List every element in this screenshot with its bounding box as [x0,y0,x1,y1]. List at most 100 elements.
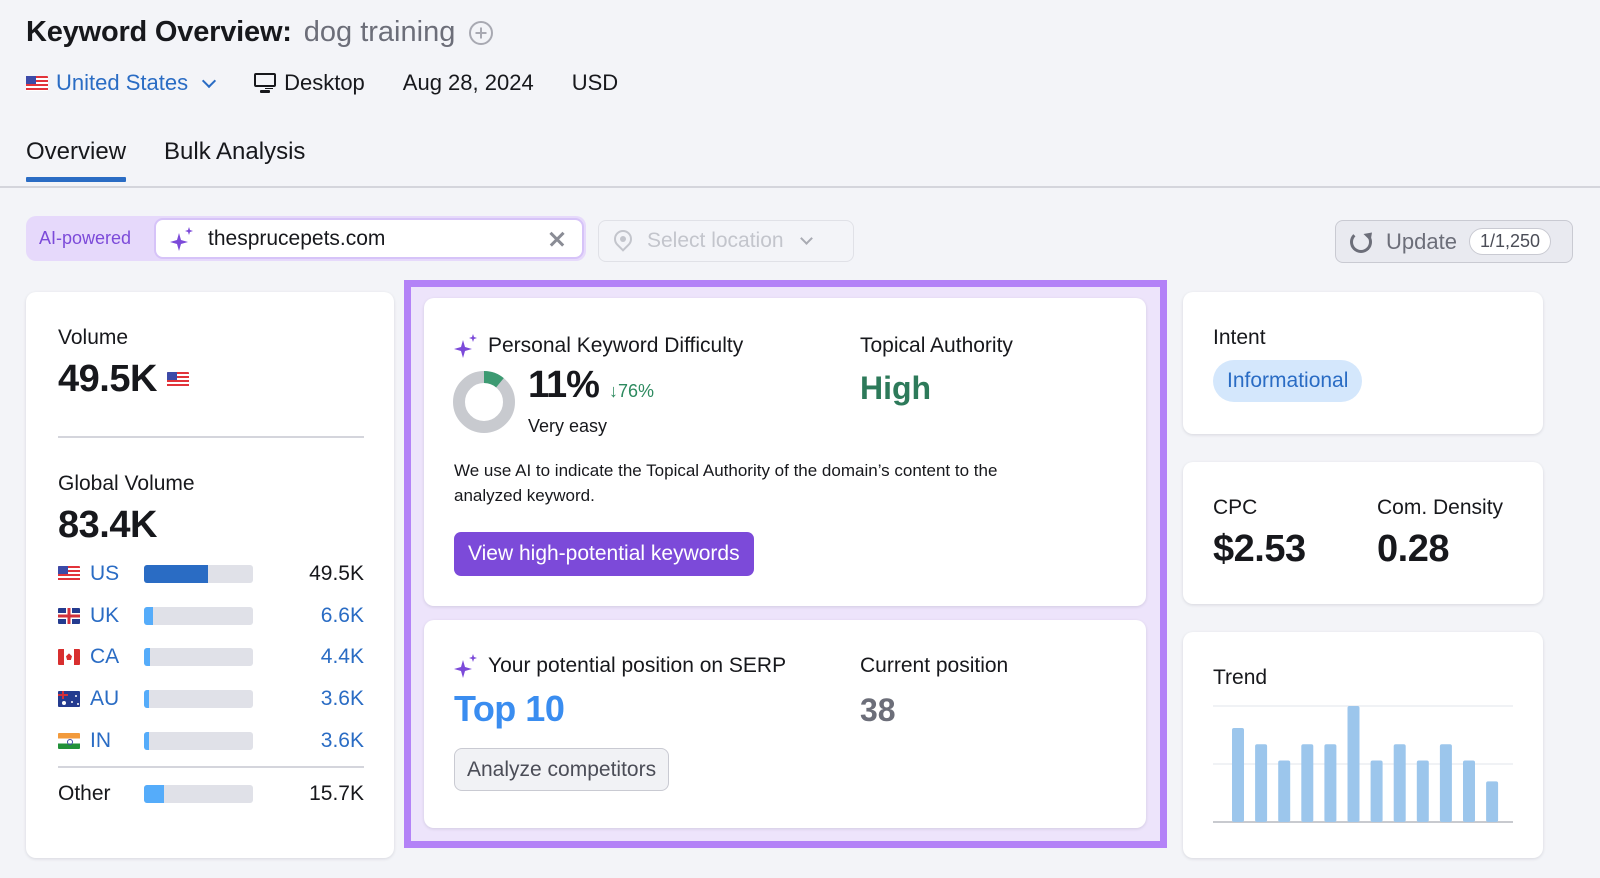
country-code[interactable]: AU [90,687,140,711]
chevron-down-icon [202,73,217,88]
clear-icon[interactable] [546,228,568,250]
kd-donut-arc [483,371,504,388]
kd-donut-chart [453,371,515,433]
kd-delta: ↓76% [608,381,654,401]
refresh-icon [1350,230,1372,253]
database-label: United States [56,70,189,95]
volume-value: 49.5K [58,358,157,400]
us-flag-icon [26,75,48,91]
location-select[interactable]: Select location [598,220,854,262]
device-indicator: Desktop [254,70,365,96]
volume-bar-track [144,565,253,583]
country-row-other: Other 15.7K [58,780,364,808]
view-high-potential-keywords-button[interactable]: View high-potential keywords [454,532,754,576]
current-position-label: Current position [860,654,1009,677]
global-volume-label: Global Volume [58,472,195,495]
kd-value: 11% [528,364,600,406]
volume-bar-fill [144,690,149,709]
us-flag-icon [58,566,80,582]
domain-input[interactable]: thesprucepets.com [154,218,584,259]
volume-bar-track [144,731,253,750]
trend-bar[interactable] [1324,744,1337,822]
volume-value-row: 49.5K [58,358,189,401]
trend-bar[interactable] [1439,744,1452,822]
tab-bulk-analysis[interactable]: Bulk Analysis [164,138,305,180]
country-row-ca: CA 4.4K [58,643,364,671]
trend-bar[interactable] [1463,760,1475,822]
country-code[interactable]: IN [90,729,140,753]
kd-value-row: 11% ↓76% [528,364,654,407]
plus-circle-icon[interactable] [469,20,494,45]
keyword-title: dog training [303,16,456,48]
current-position-value: 38 [860,692,896,728]
trend-chart [1213,705,1513,823]
country-code[interactable]: CA [90,645,140,669]
kd-donut-track [453,371,515,433]
country-row-uk: UK 6.6K [58,602,364,630]
volume-bar-fill [144,565,209,583]
cpc-label: CPC [1213,496,1258,519]
chevron-down-icon [799,232,813,245]
trend-bar[interactable] [1370,760,1383,822]
country-volume[interactable]: 6.6K [321,604,364,628]
trend-bar[interactable] [1255,744,1268,822]
volume-card: Volume 49.5K Global Volume 83.4K US 49.5K… [26,292,394,858]
update-button[interactable]: Update 1/1,250 [1335,220,1573,263]
trend-bar[interactable] [1416,760,1429,822]
country-volume[interactable]: 3.6K [321,729,364,753]
intent-badge: Informational [1213,360,1363,402]
location-placeholder: Select location [647,229,784,252]
in-flag-icon [58,732,80,749]
cpc-value: $2.53 [1213,528,1306,570]
volume-bar-fill [144,648,150,667]
serp-position-card: Your potential position on SERP Top 10 C… [424,620,1146,828]
keyword-difficulty-card: Personal Keyword Difficulty 11% ↓76% Ver… [424,298,1146,606]
country-volume[interactable]: 4.4K [321,645,364,669]
potential-position-value: Top 10 [454,688,565,729]
tab-overview[interactable]: Overview [26,138,127,182]
trend-bar[interactable] [1232,728,1244,822]
kd-title-row: Personal Keyword Difficulty [454,334,743,358]
update-label: Update [1386,228,1457,254]
tab-bar: Overview Bulk Analysis [0,128,1600,188]
trend-bar[interactable] [1486,781,1499,822]
kd-description: We use AI to indicate the Topical Author… [454,461,998,505]
trend-bar[interactable] [1278,760,1291,822]
analyze-competitors-button[interactable]: Analyze competitors [454,748,670,791]
volume-bar-fill [144,606,153,625]
trend-card: Trend [1183,632,1543,858]
serp-title-row: Your potential position on SERP [454,654,786,678]
cpc-card: CPC $2.53 Com. Density 0.28 [1183,462,1543,604]
trend-bar[interactable] [1347,706,1360,822]
database-selector[interactable]: United States [26,70,217,96]
country-code[interactable]: UK [90,604,140,628]
ai-domain-bar: AI-powered thesprucepets.com [26,216,586,261]
country-volume[interactable]: 3.6K [321,687,364,711]
other-value: 15.7K [309,782,364,805]
page-title: Keyword Overview: [26,16,292,48]
meta-row: United States Desktop Aug 28, 2024 USD [26,70,618,96]
kd-title: Personal Keyword Difficulty [488,334,744,357]
us-flag-icon [166,371,189,388]
desktop-icon [254,73,277,93]
ai-powered-label: AI-powered [39,228,132,248]
au-flag-icon [58,691,80,708]
ca-flag-icon [58,649,80,666]
sparkle-icon [454,334,477,358]
date-label: Aug 28, 2024 [402,70,534,95]
trend-bar[interactable] [1393,744,1406,822]
country-row-in: IN 3.6K [58,727,364,755]
competitive-density-label: Com. Density [1377,496,1504,519]
volume-bar-fill [144,731,149,750]
divider [58,436,364,438]
competitive-density-value: 0.28 [1377,528,1449,570]
volume-bar-track [144,690,253,709]
uk-flag-icon [58,607,80,624]
trend-bar[interactable] [1301,744,1314,822]
volume-bar-track [144,606,253,625]
topical-authority-label: Topical Authority [860,334,1013,357]
country-code[interactable]: US [90,562,140,586]
other-label: Other [58,782,111,805]
intent-label: Intent [1213,326,1266,349]
volume-bar-fill [144,785,165,803]
